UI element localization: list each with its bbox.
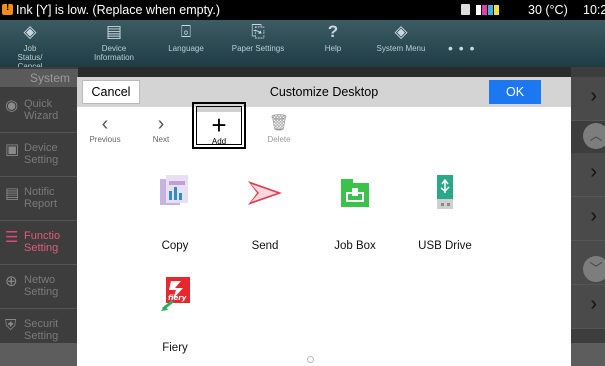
ok-button[interactable]: OK — [489, 80, 541, 104]
function-label: Copy — [161, 240, 189, 252]
language-icon: ⌻ — [180, 22, 192, 41]
scroll-up-icon: ︿ — [583, 123, 605, 149]
temperature-readout: 30 (°C) — [528, 3, 568, 17]
device-information-label: Device Information — [93, 44, 135, 62]
usb-drive-icon — [437, 175, 453, 209]
next-button[interactable]: › Next — [143, 113, 179, 144]
help-button[interactable]: ? Help — [318, 22, 348, 53]
function-tile-job-box[interactable]: Job Box — [310, 161, 400, 261]
bg-item-quick-wizard: ◉ Quick Wizard — [0, 89, 78, 133]
status-message: Ink [Y] is low. (Replace when empty.) — [16, 3, 221, 17]
function-tile-copy[interactable]: Copy — [130, 161, 220, 261]
wizard-icon: ◉ — [5, 97, 19, 114]
device-setting-icon: ▣ — [5, 141, 20, 158]
ink-tank-icon — [461, 4, 470, 15]
previous-label: Previous — [89, 135, 121, 144]
function-tile-usb-drive[interactable]: USB Drive — [400, 161, 490, 261]
function-tile-fiery[interactable]: fiery Fiery — [130, 263, 220, 363]
paper-settings-label: Paper Settings — [231, 44, 285, 53]
bg-item-label: Functio Setting — [24, 230, 61, 254]
delete-label: Delete — [267, 135, 291, 144]
delete-button[interactable]: 🗑 Delete — [262, 113, 296, 144]
send-icon — [248, 181, 282, 205]
bg-item-label: Notific Report — [24, 186, 58, 210]
job-status-icon: ◈ — [23, 22, 37, 41]
add-label: Add — [211, 137, 227, 146]
status-bar: Ink [Y] is low. (Replace when empty.) 30… — [0, 0, 605, 20]
function-setting-icon: ☰ — [5, 229, 19, 246]
function-label: Job Box — [334, 240, 376, 252]
job-box-icon — [341, 179, 369, 207]
chevron-right-icon: › — [157, 113, 165, 135]
job-status-button[interactable]: ◈ Job Status/Cancel — [10, 22, 50, 71]
paper-settings-button[interactable]: ⎘ Paper Settings — [228, 22, 288, 53]
bg-item-label: Securit Setting — [24, 318, 59, 342]
system-menu-icon: ◈ — [394, 22, 408, 41]
plus-icon: + — [211, 110, 227, 140]
dialog-header: Cancel Customize Desktop OK — [77, 77, 571, 107]
chevron-left-icon: ‹ — [101, 113, 109, 135]
next-label: Next — [152, 135, 170, 144]
page-indicator-dot — [307, 356, 314, 363]
bg-item-label: Device Setting — [24, 142, 59, 166]
customize-desktop-dialog: Cancel Customize Desktop OK ‹ Previous ›… — [77, 77, 571, 366]
chevron-right-icon: › — [590, 293, 597, 315]
warning-icon — [2, 2, 13, 15]
dialog-toolbar: ‹ Previous › Next + Add 🗑 Delete — [77, 102, 571, 157]
function-tile-send[interactable]: Send — [220, 161, 310, 261]
function-label: Fiery — [162, 342, 188, 354]
help-label: Help — [324, 44, 342, 53]
function-label: USB Drive — [418, 240, 472, 252]
previous-button[interactable]: ‹ Previous — [87, 113, 123, 144]
copy-icon — [160, 175, 188, 205]
scroll-down-icon: ﹀ — [583, 256, 605, 282]
paper-settings-icon: ⎘ — [251, 22, 265, 41]
svg-text:fiery: fiery — [168, 294, 187, 302]
bg-item-function-setting: ☰ Functio Setting — [0, 221, 78, 265]
ink-level-indicator — [476, 5, 499, 15]
system-menu-button[interactable]: ◈ System Menu — [373, 22, 429, 53]
more-menu-button[interactable]: • • • — [448, 40, 475, 56]
chevron-right-icon: › — [590, 161, 597, 183]
security-icon: ⛨ — [5, 317, 17, 334]
bg-item-device-setting: ▣ Device Setting — [0, 133, 78, 177]
top-toolbar: ◈ Job Status/Cancel ▤ DeviceInformation … — [0, 20, 605, 71]
function-label: Send — [251, 240, 279, 252]
chevron-right-icon: › — [590, 85, 597, 107]
system-menu-label: System Menu — [376, 44, 426, 53]
bg-item-network: ⊕ Netwo Setting — [0, 265, 78, 309]
fiery-icon: fiery — [161, 277, 190, 311]
bg-item-label: Netwo Setting — [24, 274, 59, 298]
background-chevron-column: › › › › › ︿ ﹀ — [571, 67, 605, 366]
add-button[interactable]: + Add — [192, 102, 246, 149]
clock: 10:22 — [583, 3, 605, 17]
device-information-button[interactable]: ▤ Device Information — [88, 22, 140, 62]
language-label: Language — [168, 44, 204, 53]
report-icon: ▤ — [5, 185, 20, 202]
trash-icon: 🗑 — [268, 115, 290, 132]
device-information-icon: ▤ — [105, 22, 123, 41]
bg-item-label: Quick Wizard — [24, 98, 59, 122]
system-tab: System — [0, 69, 78, 87]
network-icon: ⊕ — [5, 273, 18, 290]
bg-item-report: ▤ Notific Report — [0, 177, 78, 221]
help-icon: ? — [327, 22, 339, 41]
background-sidebar: System ◉ Quick Wizard ▣ Device Setting ▤ N… — [0, 67, 78, 366]
language-button[interactable]: ⌻ Language — [163, 22, 209, 53]
chevron-right-icon: › — [590, 205, 597, 227]
